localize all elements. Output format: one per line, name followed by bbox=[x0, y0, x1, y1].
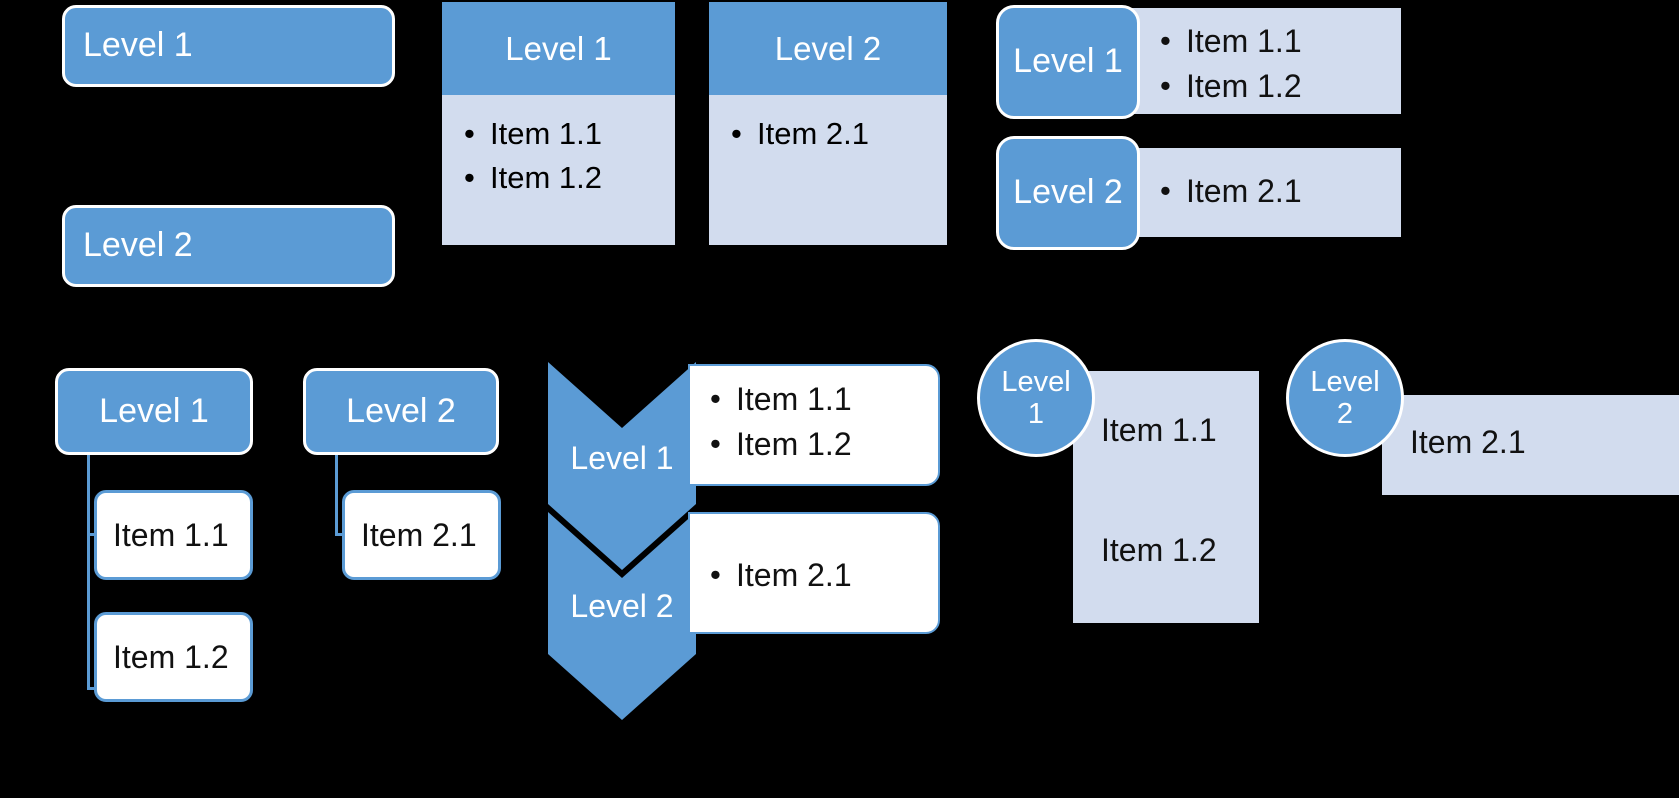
chevron-panel-level2-list: • Item 2.1 bbox=[710, 556, 938, 595]
list-item-label: Item 1.1 bbox=[490, 116, 602, 151]
list-item-label: Item 1.2 bbox=[490, 159, 602, 195]
chip-level2-label: Level 2 bbox=[1013, 173, 1123, 212]
list-item: Item 1.2 bbox=[1101, 531, 1259, 569]
list-item-label: Item 2.1 bbox=[1186, 173, 1302, 209]
list-item: • Item 2.1 bbox=[710, 556, 938, 595]
list-item-label: Item 1.2 bbox=[736, 426, 852, 463]
circle-group-level1-panel: Item 1.1 Item 1.2 bbox=[1073, 371, 1259, 623]
list-item: • Item 1.2 bbox=[464, 159, 675, 197]
list-item-label: Item 2.1 bbox=[757, 116, 869, 151]
chevron-level1-label-wrap: Level 1 bbox=[548, 440, 696, 480]
list-item-label: Item 1.2 bbox=[1186, 68, 1302, 105]
tree-child-item-2-1[interactable]: Item 2.1 bbox=[342, 490, 501, 580]
level1-bar[interactable]: Level 1 bbox=[62, 5, 395, 87]
header-card-level2-body: • Item 2.1 bbox=[709, 95, 947, 245]
list-item: • Item 2.1 bbox=[731, 115, 947, 153]
list-item: Item 1.1 bbox=[1101, 411, 1259, 449]
circle-badge-level1[interactable]: Level 1 bbox=[977, 339, 1095, 457]
tree-child-item-1-2-label: Item 1.2 bbox=[113, 638, 229, 675]
list-item-label: Item 1.1 bbox=[736, 381, 852, 417]
tree-parent-level2-label: Level 2 bbox=[346, 391, 456, 430]
tree-connector-vertical-2 bbox=[335, 450, 338, 536]
list-item: • Item 2.1 bbox=[1160, 172, 1401, 211]
bullet-icon: • bbox=[464, 116, 475, 151]
header-card-level2-list: • Item 2.1 bbox=[731, 115, 947, 153]
bullet-icon: • bbox=[731, 116, 742, 151]
list-item: • Item 1.2 bbox=[1160, 67, 1401, 106]
chip-level1-label: Level 1 bbox=[1013, 42, 1123, 81]
chip-strip-level2-panel: • Item 2.1 bbox=[1100, 148, 1401, 237]
tree-connector-vertical-1 bbox=[87, 450, 90, 690]
chevron-level1-label: Level 1 bbox=[570, 440, 674, 476]
circle-group-level2-panel: Item 2.1 bbox=[1382, 395, 1679, 495]
header-card-level2-title: Level 2 bbox=[774, 29, 882, 67]
chip-strip-level1-panel: • Item 1.1 • Item 1.2 bbox=[1100, 8, 1401, 114]
list-item: • Item 1.1 bbox=[1160, 22, 1401, 61]
bullet-icon: • bbox=[1160, 68, 1171, 104]
circle-group-level1-list: Item 1.1 Item 1.2 bbox=[1101, 411, 1259, 570]
chevron-level2-label: Level 2 bbox=[570, 588, 674, 624]
level2-bar-label: Level 2 bbox=[83, 226, 193, 265]
list-item-label: Item 1.1 bbox=[1101, 412, 1217, 448]
header-card-level2-header: Level 2 bbox=[709, 2, 947, 95]
list-item: • Item 1.1 bbox=[710, 380, 938, 419]
diagram-canvas: Level 1 Level 2 Level 1 • Item 1.1 • Ite… bbox=[0, 0, 1679, 798]
chevron-panel-level1-list: • Item 1.1 • Item 1.2 bbox=[710, 380, 938, 464]
list-item-label: Item 2.1 bbox=[1410, 424, 1526, 460]
bullet-icon: • bbox=[464, 159, 475, 195]
circle-group-level2-list: Item 2.1 bbox=[1410, 423, 1679, 461]
chevron-panel-level2: • Item 2.1 bbox=[688, 512, 940, 634]
list-item-label: Item 1.1 bbox=[1186, 23, 1302, 59]
bullet-icon: • bbox=[1160, 23, 1171, 58]
chevron-panel-level1: • Item 1.1 • Item 1.2 bbox=[688, 364, 940, 486]
header-card-level1-list: • Item 1.1 • Item 1.2 bbox=[464, 115, 675, 197]
header-card-level1-title: Level 1 bbox=[505, 29, 612, 67]
header-card-level1-body: • Item 1.1 • Item 1.2 bbox=[442, 95, 675, 245]
list-item: Item 2.1 bbox=[1410, 423, 1679, 461]
circle-badge-level2-line2: 2 bbox=[1336, 398, 1354, 430]
circle-badge-level1-line1: Level bbox=[1001, 365, 1071, 398]
circle-badge-level1-line2: 1 bbox=[1027, 398, 1045, 430]
tree-parent-level1-label: Level 1 bbox=[99, 391, 209, 430]
header-card-level2[interactable]: Level 2 • Item 2.1 bbox=[709, 2, 947, 245]
list-item: • Item 1.2 bbox=[710, 425, 938, 464]
level1-bar-label: Level 1 bbox=[83, 26, 193, 65]
bullet-icon: • bbox=[1160, 173, 1171, 208]
chip-level1[interactable]: Level 1 bbox=[996, 5, 1140, 119]
tree-parent-level1[interactable]: Level 1 bbox=[55, 368, 253, 455]
chip-strip-level2-list: • Item 2.1 bbox=[1160, 172, 1401, 211]
level2-bar[interactable]: Level 2 bbox=[62, 205, 395, 287]
tree-child-item-1-1-label: Item 1.1 bbox=[113, 516, 229, 553]
chip-strip-level1-list: • Item 1.1 • Item 1.2 bbox=[1160, 22, 1401, 106]
bullet-icon: • bbox=[710, 426, 721, 462]
header-card-level1-header: Level 1 bbox=[442, 2, 675, 95]
list-item: • Item 1.1 bbox=[464, 115, 675, 153]
circle-badge-level2[interactable]: Level 2 bbox=[1286, 339, 1404, 457]
chevron-level2-label-wrap: Level 2 bbox=[548, 588, 696, 628]
list-item-label: Item 1.2 bbox=[1101, 532, 1217, 569]
bullet-icon: • bbox=[710, 381, 721, 416]
tree-parent-level2[interactable]: Level 2 bbox=[303, 368, 499, 455]
bullet-icon: • bbox=[710, 557, 721, 592]
header-card-level1[interactable]: Level 1 • Item 1.1 • Item 1.2 bbox=[442, 2, 675, 245]
tree-child-item-1-2[interactable]: Item 1.2 bbox=[94, 612, 253, 702]
list-item-label: Item 2.1 bbox=[736, 557, 852, 593]
tree-child-item-2-1-label: Item 2.1 bbox=[361, 516, 477, 553]
chip-level2[interactable]: Level 2 bbox=[996, 136, 1140, 250]
tree-child-item-1-1[interactable]: Item 1.1 bbox=[94, 490, 253, 580]
circle-badge-level2-line1: Level bbox=[1310, 365, 1380, 398]
